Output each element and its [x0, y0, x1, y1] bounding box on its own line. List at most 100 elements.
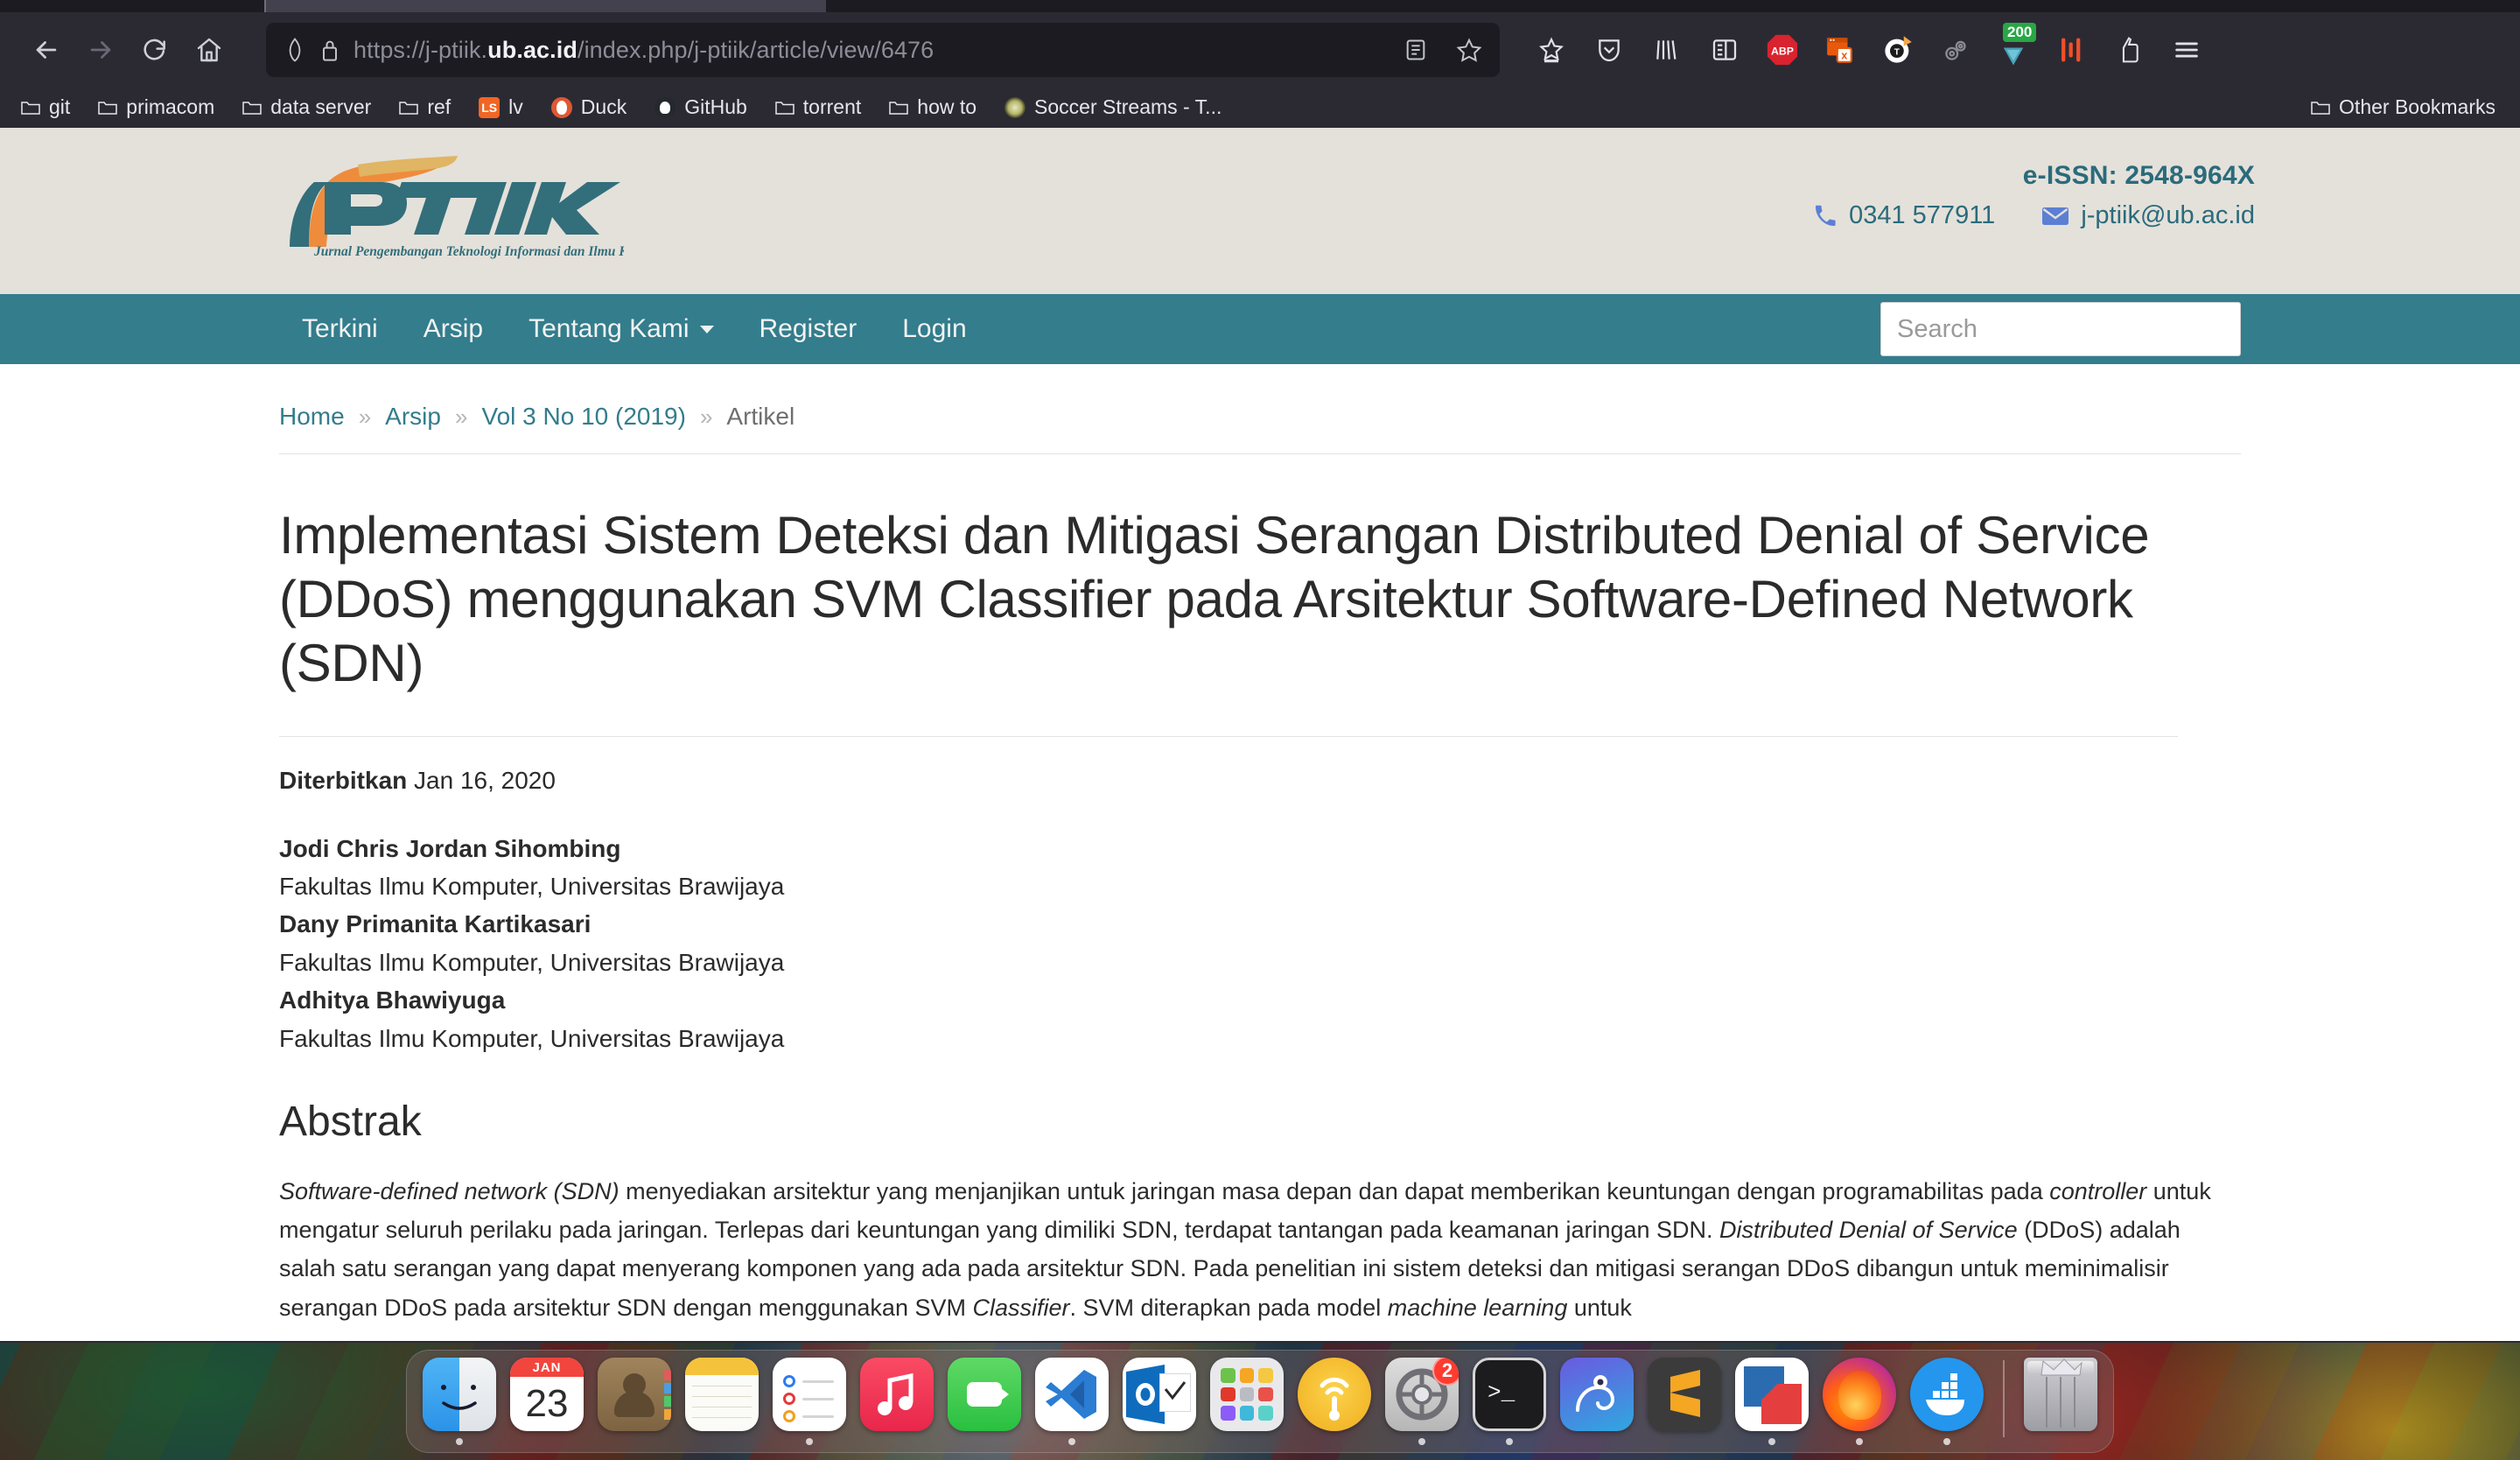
nav-link[interactable]: Arsip	[401, 314, 506, 344]
sidebar-reader-icon[interactable]	[1696, 21, 1754, 79]
tab-strip[interactable]	[0, 0, 2520, 12]
eissn-text: e-ISSN: 2548-964X	[2022, 161, 2255, 190]
abstract-run: . SVM diterapkan pada model	[1069, 1294, 1388, 1321]
nav-item-tentang-kami[interactable]: Tentang Kami	[506, 314, 736, 344]
folder-icon	[242, 100, 262, 116]
dock-item-launchpad[interactable]	[1207, 1358, 1287, 1452]
dock-separator	[2003, 1360, 2005, 1437]
postman-chameleon-icon	[1560, 1358, 1634, 1431]
tracking-protection-shield-icon[interactable]	[284, 37, 306, 63]
active-tab[interactable]	[266, 0, 826, 12]
dock-item-terminal[interactable]: >_	[1469, 1358, 1550, 1452]
svg-text:ABP: ABP	[1771, 46, 1794, 58]
forward-button[interactable]	[74, 23, 128, 77]
svg-text:T: T	[1894, 48, 1900, 58]
other-bookmarks-button[interactable]: Other Bookmarks	[2297, 91, 2499, 124]
svg-text:x: x	[1841, 49, 1847, 62]
bookmark-soccer-streams[interactable]: Soccer Streams - T...	[990, 91, 1236, 124]
folder-icon	[399, 100, 419, 116]
nav-link[interactable]: Login	[879, 314, 989, 344]
app-menu-icon[interactable]	[2158, 21, 2216, 79]
running-indicator	[893, 1438, 900, 1445]
address-bar[interactable]: https://j-ptiik.ub.ac.id/index.php/j-pti…	[266, 23, 1500, 77]
lock-icon[interactable]	[320, 38, 340, 62]
bookmark-how-to[interactable]: how to	[875, 91, 990, 124]
nav-link[interactable]: Register	[737, 314, 880, 344]
running-indicator	[1418, 1438, 1425, 1445]
dock-item-sublime-text[interactable]	[1644, 1358, 1725, 1452]
running-indicator	[1681, 1438, 1688, 1445]
bookmark-torrent[interactable]: torrent	[761, 91, 875, 124]
abstract-italic-run: machine learning	[1387, 1294, 1568, 1321]
running-indicator	[1068, 1438, 1075, 1445]
dock-item-music[interactable]	[857, 1358, 937, 1452]
breadcrumb-item-volume[interactable]: Vol 3 No 10 (2019)	[481, 403, 686, 431]
dock-item-vscode[interactable]	[1032, 1358, 1112, 1452]
bookmark-label: lv	[508, 95, 523, 118]
nav-item-login[interactable]: Login	[879, 314, 989, 344]
tampermonkey-icon[interactable]: T	[1869, 21, 1927, 79]
dock-item-contacts[interactable]	[594, 1358, 675, 1452]
popup-blocker-icon[interactable]: x	[1811, 21, 1869, 79]
cogs-extension-icon[interactable]	[1927, 21, 1984, 79]
phone-contact[interactable]: 0341 577911	[1814, 201, 1995, 230]
dock-item-firefox[interactable]	[1819, 1358, 1900, 1452]
redirector-icon[interactable]	[2042, 21, 2100, 79]
bookmark-ref[interactable]: ref	[385, 91, 465, 124]
nav-item-arsip[interactable]: Arsip	[401, 314, 506, 344]
bookmark-lv[interactable]: LS lv	[465, 91, 537, 124]
sublime-text-icon	[1648, 1358, 1721, 1431]
calendar-month: JAN	[510, 1358, 584, 1377]
dock-item-facetime[interactable]	[944, 1358, 1025, 1452]
nav-link[interactable]: Terkini	[279, 314, 401, 344]
bookmark-primacom[interactable]: primacom	[84, 91, 228, 124]
masthead-contact: e-ISSN: 2548-964X 0341 577911 j-ptiik@ub…	[1814, 161, 2255, 230]
umatrix-icon[interactable]: 200	[1984, 21, 2042, 79]
dock-item-docker[interactable]	[1907, 1358, 1987, 1452]
library-icon[interactable]	[1638, 21, 1696, 79]
nav-item-terkini[interactable]: Terkini	[279, 314, 401, 344]
reload-button[interactable]	[128, 23, 182, 77]
breadcrumb-separator: »	[699, 403, 713, 430]
bookmark-git[interactable]: git	[21, 91, 84, 124]
dock-item-outlook[interactable]	[1119, 1358, 1200, 1452]
airport-utility-icon	[1298, 1358, 1371, 1431]
email-contact[interactable]: j-ptiik@ub.ac.id	[2042, 201, 2255, 230]
bookmark-duck[interactable]: Duck	[537, 91, 640, 124]
dock-item-calendar[interactable]: JAN 23	[507, 1358, 587, 1452]
bookmark-github[interactable]: GitHub	[640, 91, 761, 124]
trash-icon	[2024, 1358, 2097, 1431]
phone-number: 0341 577911	[1849, 201, 1996, 229]
save-to-pocket-star-icon[interactable]	[1522, 21, 1580, 79]
reader-mode-icon[interactable]	[1404, 38, 1428, 62]
dock-item-trash[interactable]	[2020, 1358, 2101, 1452]
breadcrumb-item-arsip[interactable]: Arsip	[385, 403, 441, 431]
bookmark-data-server[interactable]: data server	[228, 91, 385, 124]
bookmark-label: Soccer Streams - T...	[1034, 95, 1222, 118]
dock-item-vmware-fusion[interactable]	[1732, 1358, 1812, 1452]
music-icon	[860, 1358, 934, 1431]
dock-item-reminders[interactable]	[769, 1358, 850, 1452]
dock-item-system-preferences[interactable]: 2	[1382, 1358, 1462, 1452]
svg-text:Jurnal Pengembangan Teknologi: Jurnal Pengembangan Teknologi Informasi …	[313, 244, 624, 259]
dock-item-finder[interactable]	[419, 1358, 500, 1452]
pocket-icon[interactable]	[1580, 21, 1638, 79]
nav-link[interactable]: Tentang Kami	[506, 314, 736, 344]
home-button[interactable]	[182, 23, 236, 77]
breadcrumb-item-home[interactable]: Home	[279, 403, 345, 431]
dock-item-airport-utility[interactable]	[1294, 1358, 1375, 1452]
search-input[interactable]	[1897, 314, 2224, 344]
vscode-icon	[1035, 1358, 1109, 1431]
back-button[interactable]	[19, 23, 74, 77]
cookie-autodelete-icon[interactable]	[2100, 21, 2158, 79]
url-text[interactable]: https://j-ptiik.ub.ac.id/index.php/j-pti…	[354, 37, 1390, 64]
running-indicator	[718, 1438, 725, 1445]
dock-item-postman[interactable]	[1557, 1358, 1637, 1452]
site-logo[interactable]: Jurnal Pengembangan Teknologi Informasi …	[283, 152, 624, 259]
site-search[interactable]	[1880, 302, 2241, 356]
dock-item-notes[interactable]	[682, 1358, 762, 1452]
adblock-plus-icon[interactable]: ABP	[1754, 21, 1811, 79]
ls-favicon: LS	[479, 96, 500, 118]
nav-item-register[interactable]: Register	[737, 314, 880, 344]
bookmark-star-icon[interactable]	[1456, 37, 1482, 63]
